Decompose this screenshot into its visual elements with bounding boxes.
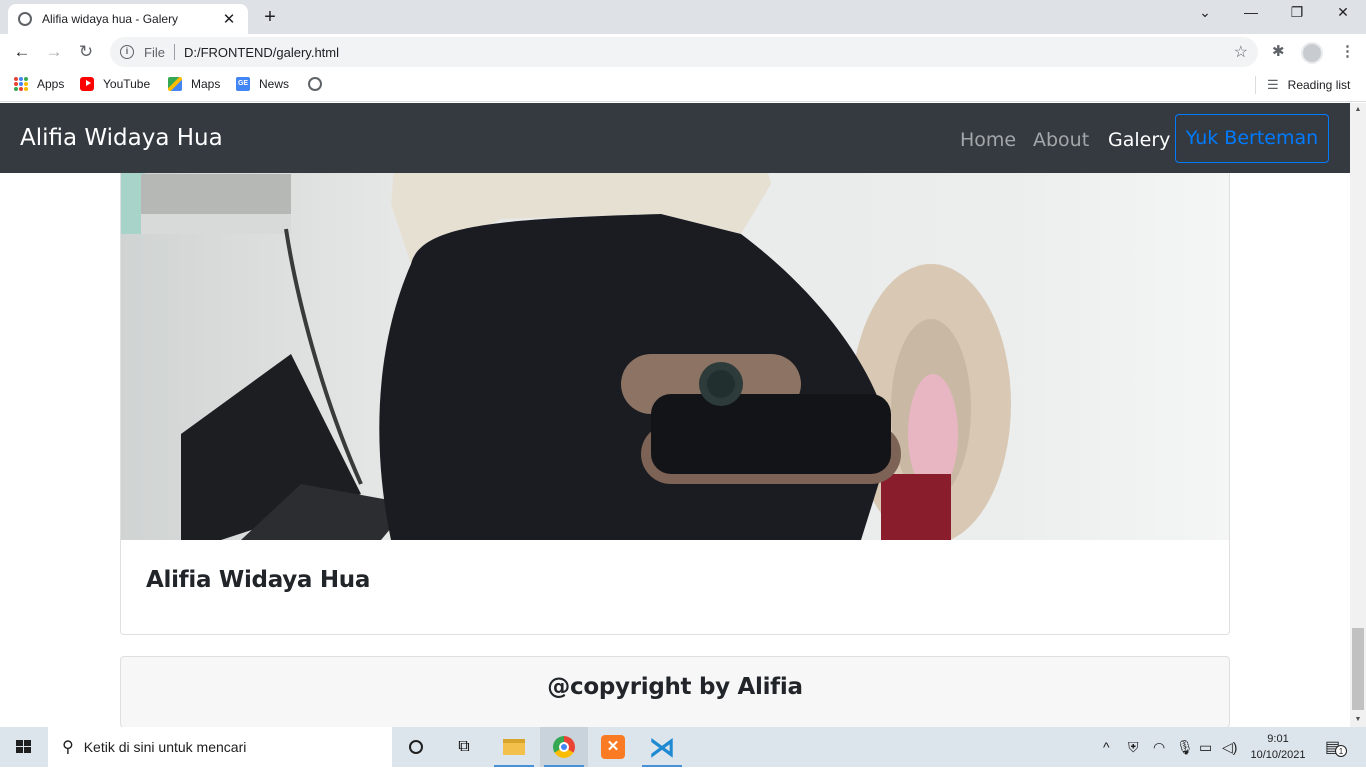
scroll-down-icon[interactable]: ▼ [1350, 713, 1366, 727]
security-icon[interactable]: ⛨ [1128, 739, 1139, 756]
gallery-photo [121, 144, 1229, 540]
cortana-button[interactable] [392, 727, 440, 767]
battery-icon[interactable]: ▭ [1199, 739, 1212, 756]
taskbar-search-placeholder: Ketik di sini untuk mencari [83, 739, 247, 755]
globe-icon [308, 77, 322, 91]
clock-date: 10/10/2021 [1250, 749, 1306, 761]
task-view-icon: ⧉ [458, 738, 470, 755]
xampp-icon: ✕ [601, 735, 625, 759]
restore-button[interactable]: ❐ [1282, 4, 1312, 21]
taskbar-search-box[interactable]: ⚲ Ketik di sini untuk mencari [48, 727, 392, 767]
page-viewport: Alifia Widaya Hua @copyright by Alifia A… [0, 103, 1350, 727]
tab-search-icon[interactable]: ⌄ [1190, 4, 1220, 21]
url-text[interactable]: D:/FRONTEND/galery.html [184, 45, 339, 60]
extensions-icon[interactable]: ✱ [1272, 42, 1285, 60]
nav-about[interactable]: About [1033, 129, 1089, 151]
browser-tab-bar: Alifia widaya hua - Galery ✕ + ⌄ — ❐ ✕ [0, 0, 1366, 34]
vscode-icon: ⋊ [649, 732, 675, 762]
bookmark-label: YouTube [103, 77, 151, 91]
profile-avatar[interactable] [1301, 42, 1323, 64]
scroll-up-icon[interactable]: ▲ [1350, 103, 1366, 117]
windows-taskbar: ⚲ Ketik di sini untuk mencari ⧉ ✕ ⋊ ^ ⛨ … [0, 727, 1366, 767]
reading-list-icon: ☰ [1267, 77, 1279, 92]
yuk-berteman-button[interactable]: Yuk Berteman [1175, 114, 1329, 163]
card-title: Alifia Widaya Hua [146, 567, 371, 593]
reading-list-button[interactable]: ☰ Reading list [1267, 77, 1350, 93]
close-window-button[interactable]: ✕ [1328, 4, 1358, 21]
bookmark-label: News [259, 77, 290, 91]
vscode-button[interactable]: ⋊ [638, 727, 686, 767]
reading-list-label: Reading list [1287, 78, 1351, 92]
browser-tab[interactable]: Alifia widaya hua - Galery ✕ [8, 4, 248, 34]
clock-time: 9:01 [1267, 733, 1289, 745]
cortana-circle-icon [409, 740, 423, 754]
chrome-icon [553, 736, 575, 758]
apps-grid-icon [14, 77, 28, 91]
chrome-button[interactable] [540, 727, 588, 767]
notification-badge: 1 [1335, 745, 1347, 757]
bookmark-news[interactable]: GE News [236, 77, 289, 91]
new-tab-button[interactable]: + [260, 6, 280, 29]
nav-home[interactable]: Home [960, 129, 1016, 151]
bookmark-label: Apps [37, 77, 65, 91]
xampp-button[interactable]: ✕ [589, 727, 637, 767]
scrollbar-thumb[interactable] [1352, 628, 1364, 710]
bookmark-globe[interactable] [308, 77, 331, 91]
footer: @copyright by Alifia [120, 656, 1230, 727]
navbar: Alifia Widaya Hua Home About Galery Yuk … [0, 103, 1350, 173]
youtube-icon [80, 77, 94, 91]
globe-icon [18, 12, 32, 26]
close-tab-icon[interactable]: ✕ [220, 10, 238, 28]
minimize-button[interactable]: — [1236, 4, 1266, 20]
star-icon[interactable]: ☆ [1234, 42, 1248, 62]
reload-icon[interactable]: ↻ [76, 42, 96, 62]
forward-icon[interactable]: → [44, 42, 64, 62]
bookmark-maps[interactable]: Maps [168, 77, 220, 91]
microphone-icon[interactable]: 🎙 [1176, 739, 1194, 756]
bookmark-youtube[interactable]: YouTube [80, 77, 150, 91]
windows-logo-icon [16, 740, 31, 753]
bookmark-apps[interactable]: Apps [14, 77, 64, 91]
bookmarks-divider [1255, 76, 1256, 94]
folder-icon [503, 739, 525, 755]
info-icon[interactable]: i [120, 45, 134, 59]
bookmark-label: Maps [191, 77, 221, 91]
maps-icon [168, 77, 182, 91]
back-icon[interactable]: ← [12, 42, 32, 62]
taskbar-clock[interactable]: 9:01 10/10/2021 [1249, 731, 1307, 763]
show-hidden-icons[interactable]: ^ [1103, 739, 1110, 755]
volume-icon[interactable]: ◁) [1222, 739, 1237, 756]
file-explorer-button[interactable] [490, 727, 538, 767]
omnibox-divider [173, 44, 175, 60]
browser-toolbar: ← → ↻ i File D:/FRONTEND/galery.html ☆ ✱… [0, 34, 1366, 70]
nav-galery[interactable]: Galery [1108, 129, 1170, 151]
menu-icon[interactable]: ⋮ [1340, 42, 1355, 60]
notification-center-icon[interactable]: ▤ 1 [1325, 737, 1347, 757]
footer-text: @copyright by Alifia [547, 674, 803, 700]
gallery-card: Alifia Widaya Hua [120, 143, 1230, 635]
address-bar[interactable]: i File D:/FRONTEND/galery.html ☆ [110, 37, 1258, 67]
wifi-icon[interactable]: ◠ [1153, 739, 1165, 756]
tab-title: Alifia widaya hua - Galery [42, 12, 179, 26]
navbar-brand[interactable]: Alifia Widaya Hua [20, 125, 223, 151]
task-view-button[interactable]: ⧉ [440, 727, 488, 767]
windows-start-button[interactable] [0, 727, 48, 767]
search-icon: ⚲ [62, 739, 74, 756]
bookmarks-bar: Apps YouTube Maps GE News ☰ Reading list [0, 70, 1366, 102]
page-scrollbar[interactable]: ▲ ▼ [1350, 103, 1366, 727]
news-icon: GE [236, 77, 250, 91]
file-label: File [144, 44, 165, 60]
